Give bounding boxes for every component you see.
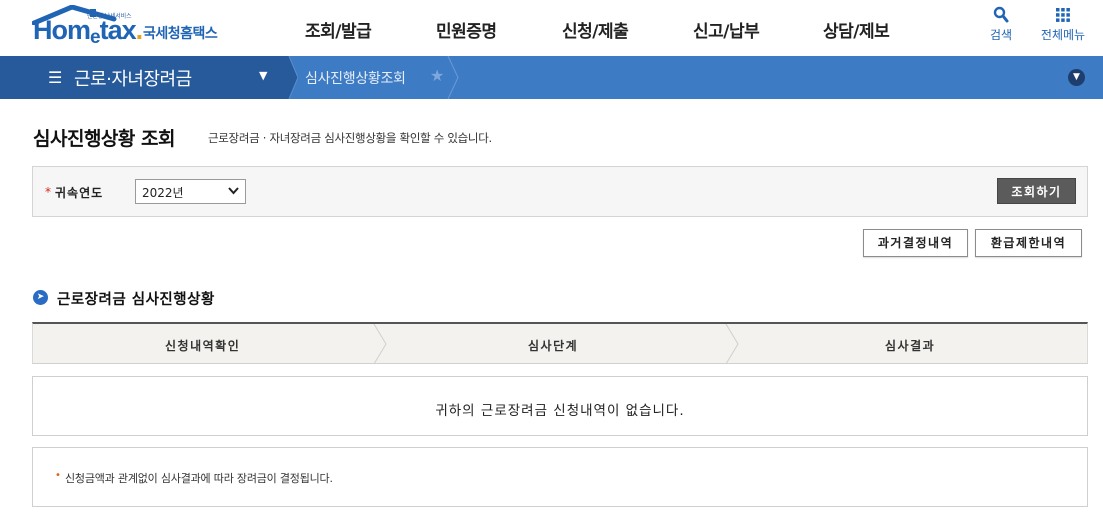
hometax-logo[interactable]: 민원형 납세서비스 Hometax. 국세청홈택스 [30,3,240,51]
grid-menu-icon [1056,8,1070,22]
step-result: 심사결과 [885,339,936,353]
all-menu-label: 전체메뉴 [1040,28,1086,42]
page-description: 근로장려금 · 자녀장려금 심사진행상황을 확인할 수 있습니다. [208,131,492,145]
gnb-item-inquiry[interactable]: 조회/발급 [305,17,372,42]
step-separator [373,324,387,364]
result-box: 귀하의 근로장려금 신청내역이 없습니다. [32,376,1088,436]
gnb-item-report-pay[interactable]: 신고/납부 [693,17,760,42]
expand-chevron-icon[interactable]: ▼ [1068,69,1085,86]
favorite-star-icon[interactable]: ★ [430,66,444,85]
section-title: 근로장려금 심사진행상황 [57,292,215,308]
search-button[interactable]: 검색 [985,6,1017,43]
step-application-check: 신청내역확인 [165,339,241,353]
notice-text: 신청금액과 관계없이 심사결과에 따라 장려금이 결정됩니다. [65,472,333,485]
chevron-down-icon [228,187,239,195]
progress-steps: 신청내역확인 심사단계 심사결과 [32,322,1088,364]
top-header: 민원형 납세서비스 Hometax. 국세청홈택스 조회/발급 민원증명 신청/… [0,0,1103,56]
no-application-message: 귀하의 근로장려금 신청내역이 없습니다. [435,403,685,419]
breadcrumb-separator [284,56,298,99]
breadcrumb-separator-2 [447,56,459,99]
gnb-item-consult[interactable]: 상담/제보 [823,17,890,42]
menu-title[interactable]: 근로·자녀장려금 [74,65,192,91]
search-condition-box: * 귀속연도 2022년 조회하기 [32,166,1088,217]
all-menu-button[interactable]: 전체메뉴 [1034,6,1092,43]
step-review: 심사단계 [528,339,579,353]
notice-bullet-icon: • [55,470,61,481]
past-decisions-button[interactable]: 과거결정내역 [863,229,968,257]
required-mark: * [45,185,51,199]
section-arrow-icon: ➤ [33,290,48,305]
sub-nav-bar: ☰ 근로·자녀장려금 ▼ 심사진행상황조회 ★ ▼ [0,56,1103,99]
search-label: 검색 [989,28,1013,42]
breadcrumb-current[interactable]: 심사진행상황조회 [305,68,406,88]
step-separator [725,324,739,364]
menu-dropdown-icon[interactable]: ▼ [259,69,267,82]
year-label: 귀속연도 [55,186,104,200]
hamburger-menu-icon[interactable]: ☰ [48,68,62,87]
page-title: 심사진행상황 조회 [33,128,175,150]
search-submit-button[interactable]: 조회하기 [997,178,1076,204]
gnb-item-certificate[interactable]: 민원증명 [436,17,497,42]
year-select-value: 2022년 [142,186,184,200]
gnb-item-application[interactable]: 신청/제출 [562,17,629,42]
logo-wordmark: Hometax. [33,15,143,48]
year-select[interactable]: 2022년 [135,179,246,204]
notice-box: • 신청금액과 관계없이 심사결과에 따라 장려금이 결정됩니다. [32,447,1088,507]
refund-limit-button[interactable]: 환급제한내역 [975,229,1082,257]
search-icon [993,6,1009,23]
logo-korean-name: 국세청홈택스 [143,26,218,42]
